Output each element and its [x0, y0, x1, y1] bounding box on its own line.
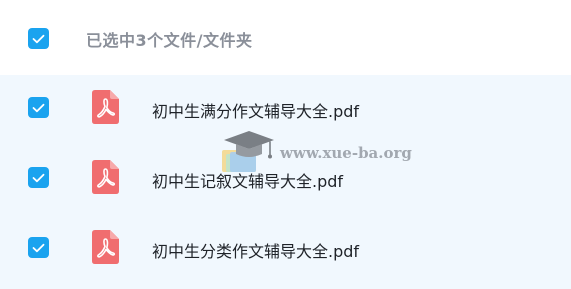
file-name[interactable]: 初中生分类作文辅导大全.pdf [152, 238, 359, 262]
site-watermark: www.xue-ba.org [218, 128, 418, 178]
select-all-checkbox[interactable] [28, 28, 49, 49]
file-list: 初中生满分作文辅导大全.pdf 初中生记叙文辅导大全.pdf 初中生分类作文辅导… [0, 75, 571, 289]
file-checkbox[interactable] [28, 97, 49, 118]
check-icon [32, 243, 45, 252]
check-icon [32, 103, 45, 112]
file-checkbox[interactable] [28, 167, 49, 188]
check-icon [32, 34, 45, 43]
pdf-file-icon [92, 230, 119, 264]
selection-count-label: 已选中3个文件/文件夹 [86, 31, 253, 50]
check-icon [32, 173, 45, 182]
graduation-cap-icon [220, 128, 278, 176]
watermark-text: www.xue-ba.org [280, 144, 412, 162]
pdf-file-icon [92, 90, 119, 124]
file-selection-panel: 已选中3个文件/文件夹 初中生满分作文辅导大全.pdf 初中生记叙文辅导大全.p… [0, 0, 571, 289]
file-name[interactable]: 初中生满分作文辅导大全.pdf [152, 98, 359, 122]
selection-header: 已选中3个文件/文件夹 [0, 0, 571, 75]
file-row[interactable]: 初中生分类作文辅导大全.pdf [0, 215, 571, 285]
file-checkbox[interactable] [28, 237, 49, 258]
pdf-file-icon [92, 160, 119, 194]
